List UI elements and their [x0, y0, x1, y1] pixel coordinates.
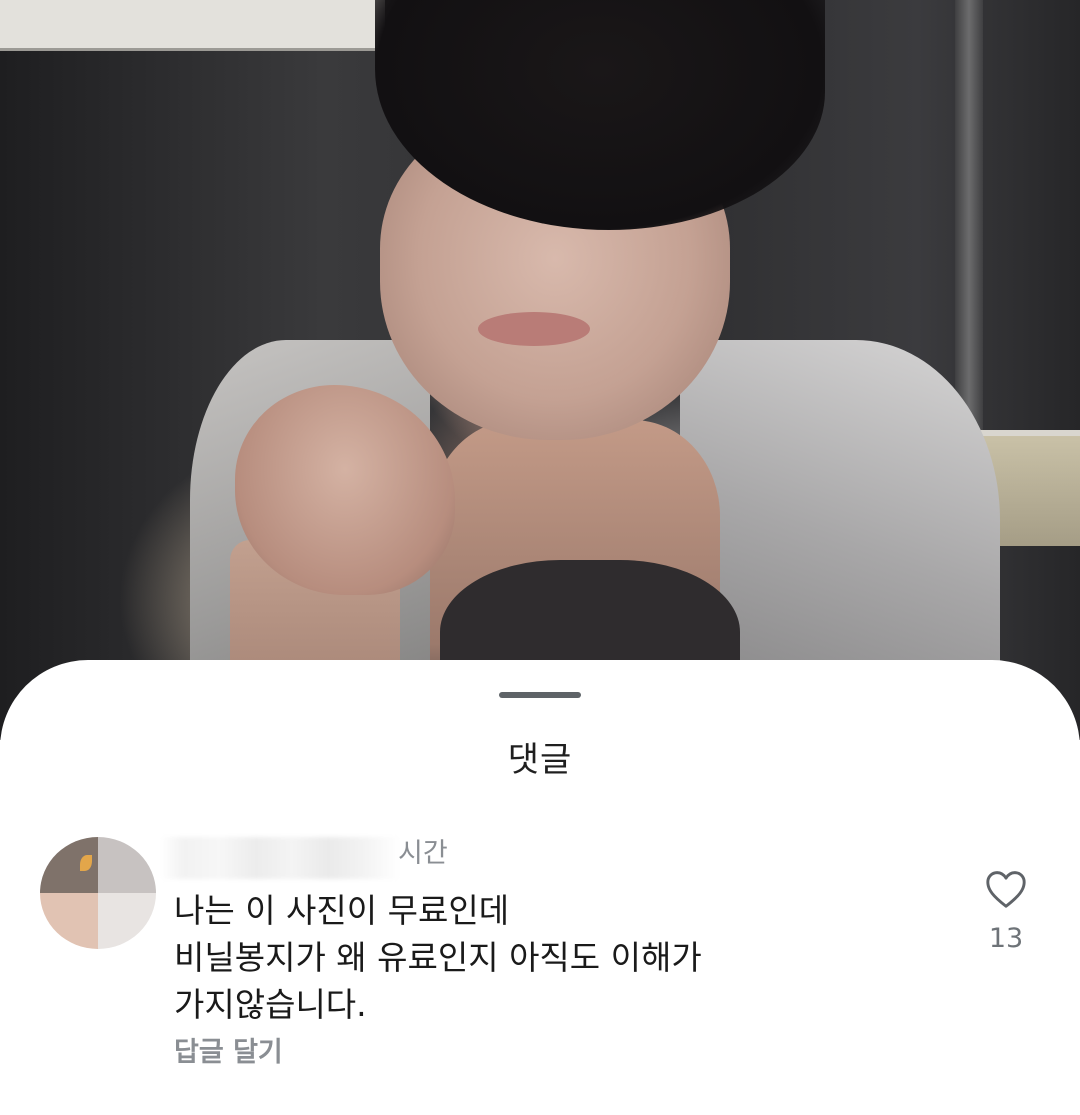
avatar-pixel [98, 893, 156, 949]
comment-line: 나는 이 사진이 무료인데 [174, 891, 510, 930]
avatar-pixel [40, 837, 98, 893]
heart-icon[interactable] [984, 869, 1028, 909]
like-control: 13 [976, 869, 1036, 954]
sheet-title: 댓글 [507, 740, 573, 780]
avatar[interactable] [40, 837, 156, 949]
comment-text: 나는 이 사진이 무료인데 비닐봉지가 왜 유료인지 아직도 이해가 가지않습니… [174, 887, 894, 1028]
avatar-pixel [98, 837, 156, 893]
photo-lips [478, 312, 590, 346]
comments-screen: 댓글 시간 나는 이 사진이 무료인데 비닐봉지가 왜 유료인지 아직도 이해가… [0, 0, 1080, 1115]
reply-button[interactable]: 답글 달기 [174, 1030, 283, 1069]
sheet-drag-handle[interactable] [499, 692, 581, 698]
comment-item: 시간 나는 이 사진이 무료인데 비닐봉지가 왜 유료인지 아직도 이해가 가지… [0, 825, 1080, 1115]
comment-timestamp: 시간 [398, 838, 448, 869]
photo-banner [0, 0, 385, 51]
comments-sheet: 댓글 시간 나는 이 사진이 무료인데 비닐봉지가 왜 유료인지 아직도 이해가… [0, 660, 1080, 1115]
avatar-pixel [40, 893, 98, 949]
background-photo [0, 0, 1080, 740]
like-count: 13 [988, 923, 1024, 954]
blurred-username[interactable] [160, 837, 400, 879]
comment-line: 비닐봉지가 왜 유료인지 아직도 이해가 [174, 938, 702, 977]
comment-line: 가지않습니다. [174, 985, 367, 1024]
